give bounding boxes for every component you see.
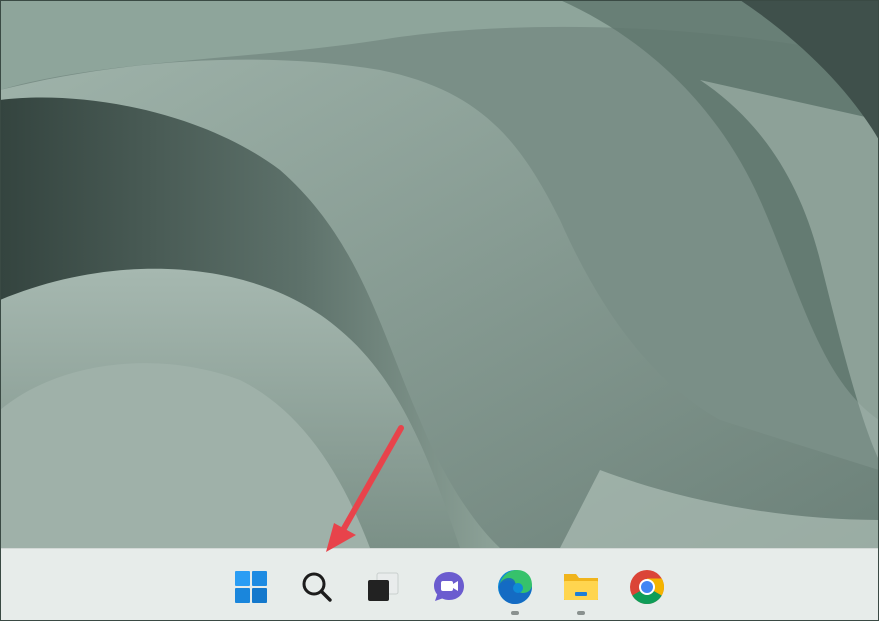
chat-button[interactable] [424,557,474,615]
task-view-button[interactable] [358,557,408,615]
search-button[interactable] [292,557,342,615]
windows-start-icon [231,567,271,607]
desktop-wallpaper [0,0,879,548]
start-button[interactable] [226,557,276,615]
file-explorer-button[interactable] [556,557,606,615]
chrome-browser-icon [627,567,667,607]
teams-chat-icon [429,567,469,607]
taskbar [0,548,879,621]
task-view-icon [363,567,403,607]
search-icon [297,567,337,607]
running-indicator [511,611,519,615]
file-explorer-icon [561,567,601,607]
taskbar-icons [226,557,672,617]
running-indicator [577,611,585,615]
chrome-button[interactable] [622,557,672,615]
wallpaper-art [0,0,879,548]
edge-button[interactable] [490,557,540,615]
edge-browser-icon [495,567,535,607]
